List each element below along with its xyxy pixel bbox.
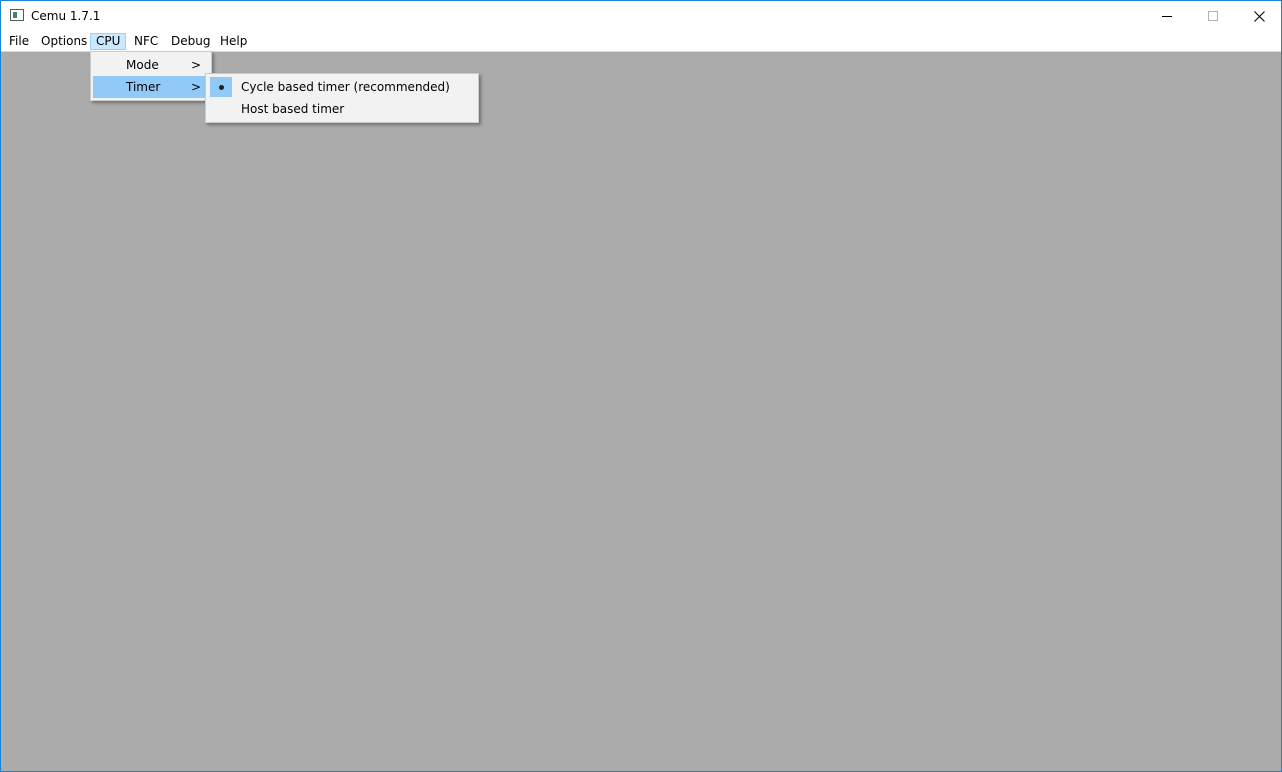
radio-selected-indicator	[210, 77, 232, 97]
close-icon	[1253, 10, 1265, 22]
maximize-icon	[1208, 11, 1218, 21]
maximize-button[interactable]	[1190, 1, 1236, 31]
app-icon[interactable]	[10, 9, 24, 21]
timer-option-cycle-based-label: Cycle based timer (recommended)	[241, 80, 450, 94]
chevron-right-icon: >	[190, 58, 201, 72]
title-bar[interactable]: Cemu 1.7.1	[1, 1, 1281, 31]
menu-cpu[interactable]: CPU	[90, 33, 127, 50]
timer-option-host-based[interactable]: Host based timer	[208, 98, 476, 120]
timer-option-host-based-label: Host based timer	[241, 102, 345, 116]
close-button[interactable]	[1236, 1, 1282, 31]
menu-help[interactable]: Help	[214, 33, 253, 50]
cpu-menu-item-timer-label: Timer	[126, 80, 161, 94]
timer-submenu-popup: Cycle based timer (recommended) Host bas…	[205, 73, 479, 123]
menu-nfc[interactable]: NFC	[128, 33, 164, 50]
chevron-right-icon: >	[190, 80, 201, 94]
menu-debug[interactable]: Debug	[165, 33, 216, 50]
cpu-menu-item-mode-label: Mode	[126, 58, 159, 72]
menu-file[interactable]: File	[3, 33, 35, 50]
menu-bar: File Options CPU NFC Debug Help	[1, 31, 1281, 52]
cpu-menu-popup: Mode > Timer >	[90, 51, 212, 101]
radio-dot-icon	[219, 85, 224, 90]
minimize-icon	[1162, 16, 1172, 17]
app-window: Cemu 1.7.1 File Options CPU NFC Debug He…	[0, 0, 1282, 772]
minimize-button[interactable]	[1144, 1, 1190, 31]
cpu-menu-item-mode[interactable]: Mode >	[93, 54, 209, 76]
render-area[interactable]	[1, 52, 1281, 771]
window-title: Cemu 1.7.1	[31, 9, 101, 23]
menu-options[interactable]: Options	[35, 33, 93, 50]
cpu-menu-item-timer[interactable]: Timer >	[93, 76, 209, 98]
timer-option-cycle-based[interactable]: Cycle based timer (recommended)	[208, 76, 476, 98]
